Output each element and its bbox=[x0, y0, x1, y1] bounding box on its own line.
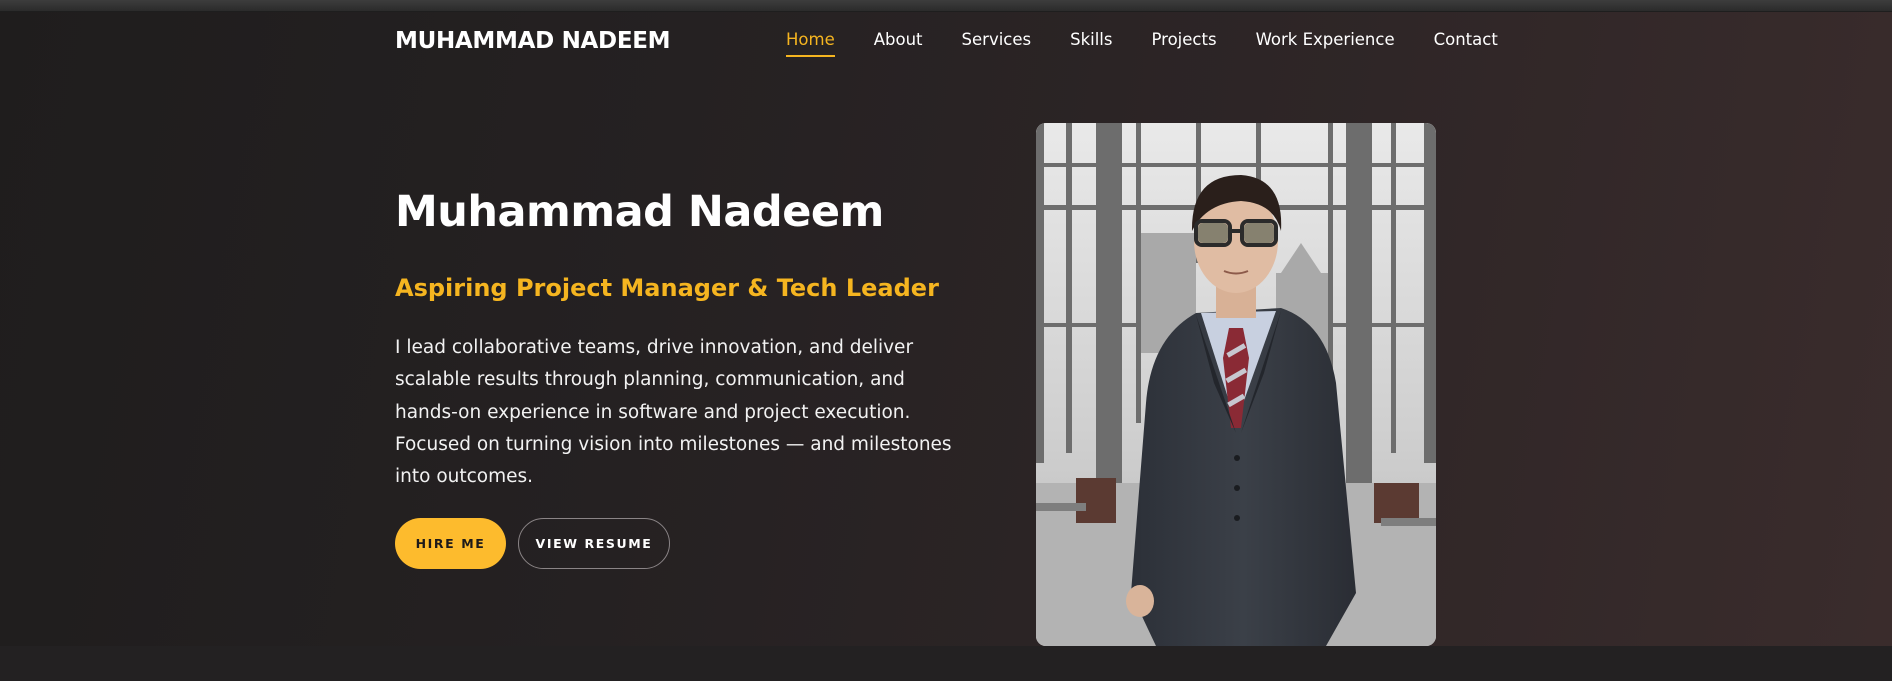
view-resume-button[interactable]: VIEW RESUME bbox=[518, 518, 670, 569]
hero-description: I lead collaborative teams, drive innova… bbox=[395, 337, 952, 488]
nav-item-about[interactable]: About bbox=[874, 30, 923, 57]
nav-item-services[interactable]: Services bbox=[962, 30, 1032, 57]
nav-item-skills[interactable]: Skills bbox=[1070, 30, 1112, 57]
nav-item-home[interactable]: Home bbox=[786, 30, 835, 57]
site-logo[interactable]: MUHAMMAD NADEEM bbox=[395, 28, 671, 54]
nav-item-projects[interactable]: Projects bbox=[1152, 30, 1217, 57]
next-section-edge bbox=[0, 646, 1892, 681]
profile-photo bbox=[1036, 123, 1436, 646]
hire-me-button[interactable]: HIRE ME bbox=[395, 518, 506, 569]
nav-item-contact[interactable]: Contact bbox=[1434, 30, 1498, 57]
hero-subtitle: Aspiring Project Manager & Tech Leader bbox=[395, 274, 939, 302]
browser-top-strip bbox=[0, 0, 1892, 12]
hero-title: Muhammad Nadeem bbox=[395, 187, 884, 237]
nav-item-work-experience[interactable]: Work Experience bbox=[1256, 30, 1395, 57]
main-nav: Home About Services Skills Projects Work… bbox=[786, 30, 1498, 57]
hero-section bbox=[0, 12, 1892, 646]
